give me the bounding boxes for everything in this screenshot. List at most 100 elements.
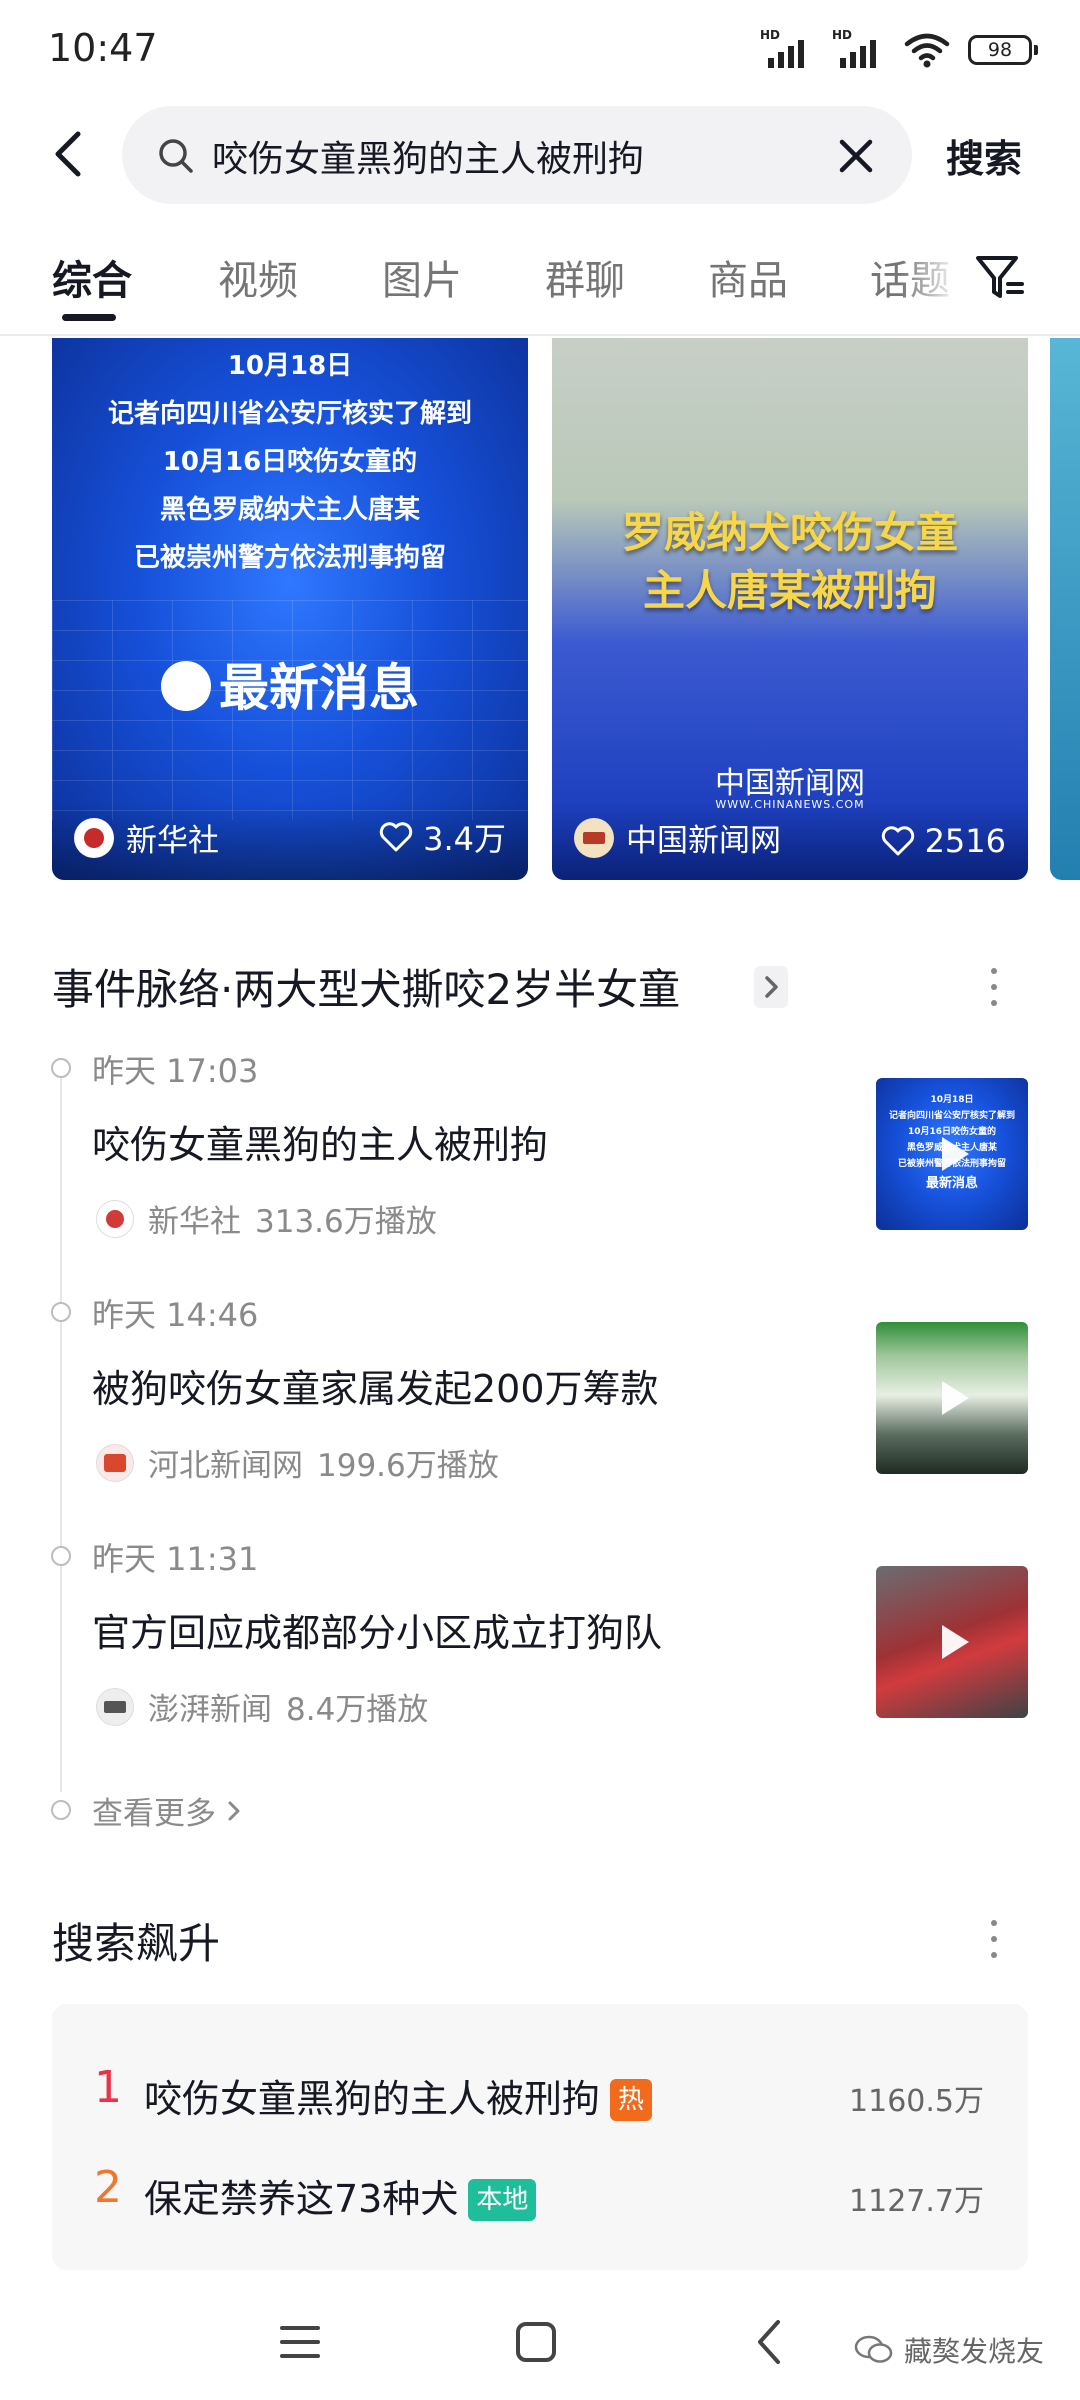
more-options-icon[interactable] [984, 962, 1004, 1012]
avatar [574, 817, 614, 858]
wifi-icon [904, 33, 950, 68]
timeline-line [60, 1072, 62, 1792]
card-banner-text: 最新消息 [219, 658, 419, 717]
battery-icon: 98 [968, 35, 1038, 65]
card-headline-line: 罗威纳犬咬伤女童 [621, 508, 958, 557]
source-name: 新华社 [126, 823, 219, 859]
tab-image[interactable]: 图片 [382, 248, 462, 306]
hot-badge: 热 [610, 2079, 653, 2121]
like-count-value: 2516 [924, 822, 1006, 860]
trending-rank: 1 [94, 2062, 122, 2113]
signal-icon: HD [760, 28, 814, 70]
timeline-meta: 新华社 313.6万播放 [96, 1196, 437, 1241]
system-navigation-bar: 藏獒发烧友 [0, 2270, 1080, 2400]
play-count: 199.6万播放 [317, 1448, 499, 1484]
local-badge: 本地 [468, 2179, 537, 2221]
play-icon [942, 1625, 969, 1659]
card-caption-line: 黑色罗威纳犬主人唐某 [159, 495, 420, 525]
timeline-time: 昨天 14:46 [92, 1296, 259, 1334]
tab-comprehensive[interactable]: 综合 [52, 248, 132, 306]
video-thumbnail[interactable] [876, 1322, 1028, 1474]
like-count[interactable]: 3.4万 [379, 814, 506, 860]
back-button[interactable] [40, 124, 100, 184]
status-time: 10:47 [48, 26, 158, 70]
timeline-headline[interactable]: 被狗咬伤女童家属发起200万筹款 [92, 1358, 659, 1413]
card-caption-line: 10月16日咬伤女童的 [162, 447, 418, 477]
play-icon [942, 1137, 969, 1171]
source-name: 中国新闻网 [626, 823, 781, 859]
filter-icon[interactable] [970, 246, 1030, 306]
timeline-time: 昨天 11:31 [92, 1540, 259, 1578]
video-thumbnail[interactable] [876, 1566, 1028, 1718]
card-caption-line: 记者向四川省公安厅核实了解到 [107, 399, 472, 429]
status-bar: 10:47 HD HD 98 [0, 0, 1080, 100]
video-card-carousel: 10月18日 记者向四川省公安厅核实了解到 10月16日咬伤女童的 黑色罗威纳犬… [0, 338, 1080, 880]
active-tab-indicator [62, 314, 116, 321]
card-source[interactable]: 中国新闻网 [574, 815, 781, 860]
tab-video[interactable]: 视频 [218, 248, 298, 306]
timeline-dot [51, 1800, 71, 1820]
source-name: 澎湃新闻 [148, 1692, 272, 1728]
card-source[interactable]: 新华社 [74, 815, 219, 860]
trending-list: 1 咬伤女童黑狗的主人被刑拘热 1160.5万 2 保定禁养这73种犬 本地 11… [52, 2004, 1028, 2270]
heart-icon [379, 822, 413, 852]
video-thumbnail[interactable]: 10月18日 记者向四川省公安厅核实了解到 10月16日咬伤女童的 黑色罗威纳犬… [876, 1078, 1028, 1230]
card-caption-line: 10月18日 [227, 351, 353, 381]
trending-query: 保定禁养这73种犬 [144, 2177, 459, 2221]
menu-icon[interactable] [272, 2314, 328, 2370]
card-headline-line: 主人唐某被刑拘 [642, 566, 937, 615]
thumbnail-caption-line: 记者向四川省公安厅核实了解到 [888, 1111, 1015, 1121]
timeline-headline[interactable]: 咬伤女童黑狗的主人被刑拘 [92, 1114, 548, 1169]
timeline-dot [51, 1546, 71, 1566]
avatar [96, 1443, 134, 1482]
tab-product[interactable]: 商品 [708, 248, 788, 306]
video-card[interactable]: 罗威纳犬咬伤女童 主人唐某被刑拘 中国新闻网 WWW.CHINANEWS.COM… [552, 338, 1028, 880]
search-input[interactable]: 咬伤女童黑狗的主人被刑拘 [122, 106, 912, 204]
avatar [74, 817, 114, 858]
heart-icon [881, 826, 914, 856]
event-title-chevron[interactable] [754, 966, 788, 1008]
wechat-icon [854, 2335, 893, 2363]
signal-icon: HD [832, 28, 886, 70]
event-timeline-title[interactable]: 事件脉络·两大型犬撕咬2岁半女童 [52, 956, 680, 1017]
video-card-partial[interactable] [1050, 338, 1080, 880]
avatar [96, 1199, 134, 1238]
source-name: 新华社 [148, 1204, 241, 1240]
trending-item[interactable]: 2 保定禁养这73种犬 本地 1127.7万 [52, 2148, 1028, 2228]
tab-bar: 综合 视频 图片 群聊 商品 话题 [0, 236, 1080, 336]
avatar [96, 1687, 134, 1726]
timeline-dot [51, 1058, 71, 1078]
trending-count: 1160.5万 [849, 2084, 984, 2119]
trending-query: 咬伤女童黑狗的主人被刑拘 [144, 2077, 601, 2121]
trending-rank: 2 [94, 2162, 122, 2213]
trending-item[interactable]: 1 咬伤女童黑狗的主人被刑拘热 1160.5万 [52, 2048, 1028, 2128]
play-count: 8.4万播放 [286, 1692, 429, 1728]
tab-group-chat[interactable]: 群聊 [545, 248, 625, 306]
more-options-icon[interactable] [984, 1914, 1004, 1964]
clear-icon[interactable] [830, 130, 882, 182]
search-query: 咬伤女童黑狗的主人被刑拘 [212, 139, 645, 180]
trending-count: 1127.7万 [849, 2184, 984, 2219]
trending-text: 保定禁养这73种犬 本地 [144, 2168, 537, 2223]
thumbnail-caption-line: 10月18日 [930, 1095, 974, 1105]
timeline-dot [51, 1302, 71, 1322]
status-icons: HD HD 98 [760, 28, 1038, 70]
card-caption: 10月18日 记者向四川省公安厅核实了解到 10月16日咬伤女童的 黑色罗威纳犬… [52, 342, 528, 582]
play-count: 313.6万播放 [255, 1204, 437, 1240]
tab-fade [900, 236, 960, 332]
emblem-icon [161, 661, 211, 711]
timeline-time: 昨天 17:03 [92, 1052, 259, 1090]
like-count[interactable]: 2516 [881, 822, 1006, 860]
watermark: 藏獒发烧友 [854, 2330, 1044, 2370]
see-more-label: 查看更多 [92, 1796, 216, 1832]
trending-text: 咬伤女童黑狗的主人被刑拘热 [144, 2068, 653, 2123]
chevron-left-icon [55, 131, 81, 177]
video-card[interactable]: 10月18日 记者向四川省公安厅核实了解到 10月16日咬伤女童的 黑色罗威纳犬… [52, 338, 528, 880]
play-icon [942, 1381, 969, 1415]
back-icon[interactable] [744, 2314, 800, 2370]
home-icon[interactable] [508, 2314, 564, 2370]
search-button[interactable]: 搜索 [946, 128, 1022, 183]
timeline-headline[interactable]: 官方回应成都部分小区成立打狗队 [92, 1602, 662, 1657]
see-more-link[interactable]: 查看更多 [92, 1788, 244, 1833]
source-name: 河北新闻网 [148, 1448, 303, 1484]
